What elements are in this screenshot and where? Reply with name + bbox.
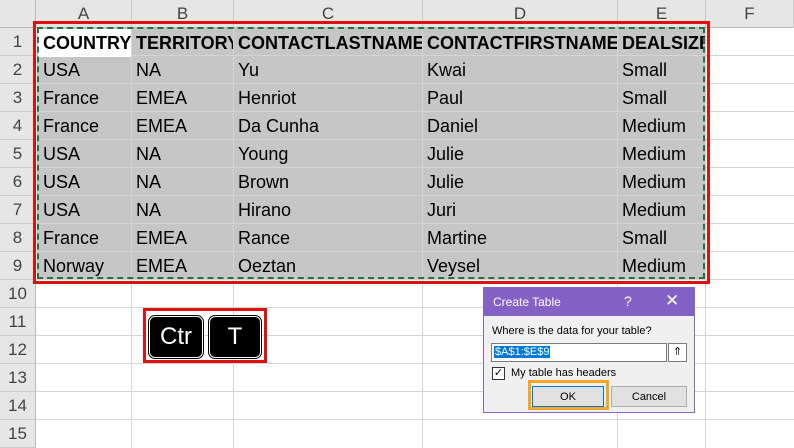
- row-header-9[interactable]: 9: [0, 252, 36, 280]
- row-header-7[interactable]: 7: [0, 196, 36, 224]
- row-header-8[interactable]: 8: [0, 224, 36, 252]
- gridline: [36, 419, 794, 420]
- row-header-6[interactable]: 6: [0, 168, 36, 196]
- row-header-5[interactable]: 5: [0, 140, 36, 168]
- cancel-button[interactable]: Cancel: [611, 386, 687, 407]
- row-header-3[interactable]: 3: [0, 84, 36, 112]
- range-prompt: Where is the data for your table?: [492, 325, 652, 337]
- select-all-corner[interactable]: [0, 0, 36, 28]
- range-input[interactable]: $A$1:$E$9: [491, 343, 667, 362]
- t-key: T: [209, 316, 261, 358]
- collapse-dialog-icon[interactable]: ⇑: [668, 343, 687, 362]
- dialog-title: Create Table: [493, 295, 561, 309]
- row-header-10[interactable]: 10: [0, 280, 36, 308]
- headers-checkbox-label: My table has headers: [511, 367, 617, 379]
- column-header-f[interactable]: F: [706, 0, 794, 28]
- data-range-highlight: [33, 21, 710, 284]
- row-header-4[interactable]: 4: [0, 112, 36, 140]
- row-header-11[interactable]: 11: [0, 308, 36, 336]
- help-icon[interactable]: ?: [624, 293, 632, 309]
- row-header-14[interactable]: 14: [0, 392, 36, 420]
- headers-checkbox[interactable]: ✓: [492, 367, 505, 380]
- row-header-15[interactable]: 15: [0, 420, 36, 448]
- row-header-13[interactable]: 13: [0, 364, 36, 392]
- row-header-12[interactable]: 12: [0, 336, 36, 364]
- ok-button-highlight: [528, 380, 609, 410]
- row-header-2[interactable]: 2: [0, 56, 36, 84]
- row-header-1[interactable]: 1: [0, 28, 36, 56]
- ctrl-key: Ctr: [149, 316, 203, 358]
- dialog-titlebar[interactable]: Create Table ? ✕: [484, 288, 694, 316]
- range-value: $A$1:$E$9: [494, 346, 551, 358]
- close-icon[interactable]: ✕: [665, 291, 679, 311]
